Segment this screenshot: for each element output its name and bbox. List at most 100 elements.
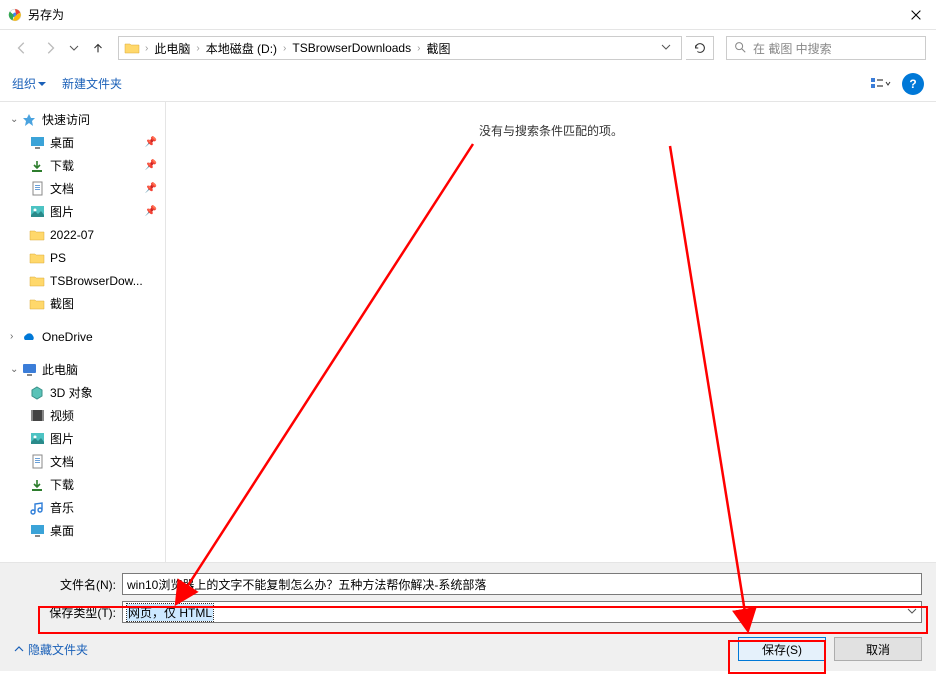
filename-label: 文件名(N):	[14, 576, 122, 593]
sidebar-label: 此电脑	[42, 361, 78, 378]
back-button[interactable]	[10, 36, 34, 60]
close-button[interactable]	[896, 0, 936, 30]
chrome-icon	[8, 8, 22, 22]
pic-icon	[28, 204, 46, 220]
desktop-icon	[28, 135, 46, 151]
address-bar[interactable]: › 此电脑 › 本地磁盘 (D:) › TSBrowserDownloads ›…	[118, 36, 682, 60]
sidebar-item-label: 下载	[50, 476, 74, 493]
sidebar-item-label: PS	[50, 251, 66, 265]
chevron-right-icon: ›	[10, 331, 20, 342]
view-button[interactable]	[868, 73, 894, 95]
folder-icon	[28, 227, 46, 243]
video-icon	[28, 408, 46, 424]
search-placeholder: 在 截图 中搜索	[753, 40, 832, 57]
address-dropdown[interactable]	[655, 41, 677, 55]
filetype-select[interactable]: 网页，仅 HTML	[122, 601, 922, 623]
folder-icon	[123, 39, 141, 57]
star-icon	[20, 112, 38, 128]
sidebar-item[interactable]: 2022-07	[0, 223, 165, 246]
forward-button[interactable]	[38, 36, 62, 60]
sidebar-item-label: 图片	[50, 203, 74, 220]
organize-menu[interactable]: 组织	[12, 75, 46, 92]
pin-icon: 📌	[145, 137, 157, 148]
sidebar-item[interactable]: 下载 📌	[0, 154, 165, 177]
breadcrumb-item[interactable]: 本地磁盘 (D:)	[204, 38, 279, 59]
pin-icon: 📌	[145, 206, 157, 217]
help-button[interactable]: ?	[902, 73, 924, 95]
new-folder-button[interactable]: 新建文件夹	[62, 75, 122, 92]
sidebar-item[interactable]: PS	[0, 246, 165, 269]
sidebar-item-label: 下载	[50, 157, 74, 174]
breadcrumb-item[interactable]: 此电脑	[152, 38, 192, 59]
breadcrumb-item[interactable]: TSBrowserDownloads	[290, 39, 413, 57]
filename-input[interactable]	[122, 573, 922, 595]
chevron-right-icon: ›	[413, 43, 424, 54]
folder-icon	[28, 296, 46, 312]
refresh-button[interactable]	[686, 36, 714, 60]
sidebar-item-label: 桌面	[50, 134, 74, 151]
doc-icon	[28, 454, 46, 470]
sidebar-item[interactable]: 文档 📌	[0, 177, 165, 200]
3d-icon	[28, 385, 46, 401]
sidebar-item-label: 2022-07	[50, 228, 94, 242]
music-icon	[28, 500, 46, 516]
window-title: 另存为	[28, 6, 896, 23]
download-icon	[28, 477, 46, 493]
download-icon	[28, 158, 46, 174]
sidebar-label: OneDrive	[42, 330, 93, 344]
sidebar: ⌄ 快速访问 桌面 📌 下载 📌 文档 📌 图片 📌 2022-07 PS TSBrowserDow…	[0, 102, 166, 562]
save-button[interactable]: 保存(S)	[738, 637, 826, 661]
sidebar-label: 快速访问	[42, 111, 90, 128]
filetype-value: 网页，仅 HTML	[127, 604, 213, 621]
pin-icon: 📌	[145, 160, 157, 171]
chevron-down-icon: ⌄	[10, 114, 20, 125]
sidebar-item[interactable]: 桌面 📌	[0, 131, 165, 154]
sidebar-item[interactable]: 图片	[0, 427, 165, 450]
onedrive-group[interactable]: › OneDrive	[0, 325, 165, 348]
filetype-label: 保存类型(T):	[14, 604, 122, 621]
search-icon	[733, 40, 747, 57]
sidebar-item[interactable]: 下载	[0, 473, 165, 496]
sidebar-item[interactable]: 视频	[0, 404, 165, 427]
breadcrumb-item[interactable]: 截图	[424, 38, 452, 59]
folder-icon	[28, 273, 46, 289]
hide-folders-button[interactable]: 隐藏文件夹	[14, 641, 88, 658]
chevron-right-icon: ›	[141, 43, 152, 54]
sidebar-item-label: TSBrowserDow...	[50, 274, 143, 288]
folder-icon	[28, 250, 46, 266]
search-input[interactable]: 在 截图 中搜索	[726, 36, 926, 60]
quick-access-group[interactable]: ⌄ 快速访问	[0, 108, 165, 131]
pic-icon	[28, 431, 46, 447]
sidebar-item-label: 文档	[50, 180, 74, 197]
sidebar-item[interactable]: 截图	[0, 292, 165, 315]
up-button[interactable]	[86, 36, 110, 60]
monitor-icon	[20, 362, 38, 378]
sidebar-item-label: 音乐	[50, 499, 74, 516]
cloud-icon	[20, 329, 38, 345]
this-pc-group[interactable]: ⌄ 此电脑	[0, 358, 165, 381]
footer: 文件名(N): 保存类型(T): 网页，仅 HTML 隐藏文件夹 保存(S) 取…	[0, 562, 936, 671]
sidebar-item-label: 视频	[50, 407, 74, 424]
sidebar-item[interactable]: 桌面	[0, 519, 165, 542]
chevron-up-icon	[14, 644, 24, 654]
sidebar-item-label: 图片	[50, 430, 74, 447]
navigation-bar: › 此电脑 › 本地磁盘 (D:) › TSBrowserDownloads ›…	[0, 30, 936, 66]
sidebar-item-label: 截图	[50, 295, 74, 312]
sidebar-item-label: 桌面	[50, 522, 74, 539]
empty-message: 没有与搜索条件匹配的项。	[479, 122, 623, 562]
sidebar-item-label: 文档	[50, 453, 74, 470]
cancel-button[interactable]: 取消	[834, 637, 922, 661]
chevron-down-icon: ⌄	[10, 364, 20, 375]
sidebar-item[interactable]: 音乐	[0, 496, 165, 519]
pin-icon: 📌	[145, 183, 157, 194]
sidebar-item[interactable]: TSBrowserDow...	[0, 269, 165, 292]
chevron-right-icon: ›	[279, 43, 290, 54]
doc-icon	[28, 181, 46, 197]
sidebar-item-label: 3D 对象	[50, 384, 93, 401]
chevron-right-icon: ›	[192, 43, 203, 54]
sidebar-item[interactable]: 图片 📌	[0, 200, 165, 223]
history-dropdown[interactable]	[66, 36, 82, 60]
titlebar: 另存为	[0, 0, 936, 30]
sidebar-item[interactable]: 文档	[0, 450, 165, 473]
sidebar-item[interactable]: 3D 对象	[0, 381, 165, 404]
